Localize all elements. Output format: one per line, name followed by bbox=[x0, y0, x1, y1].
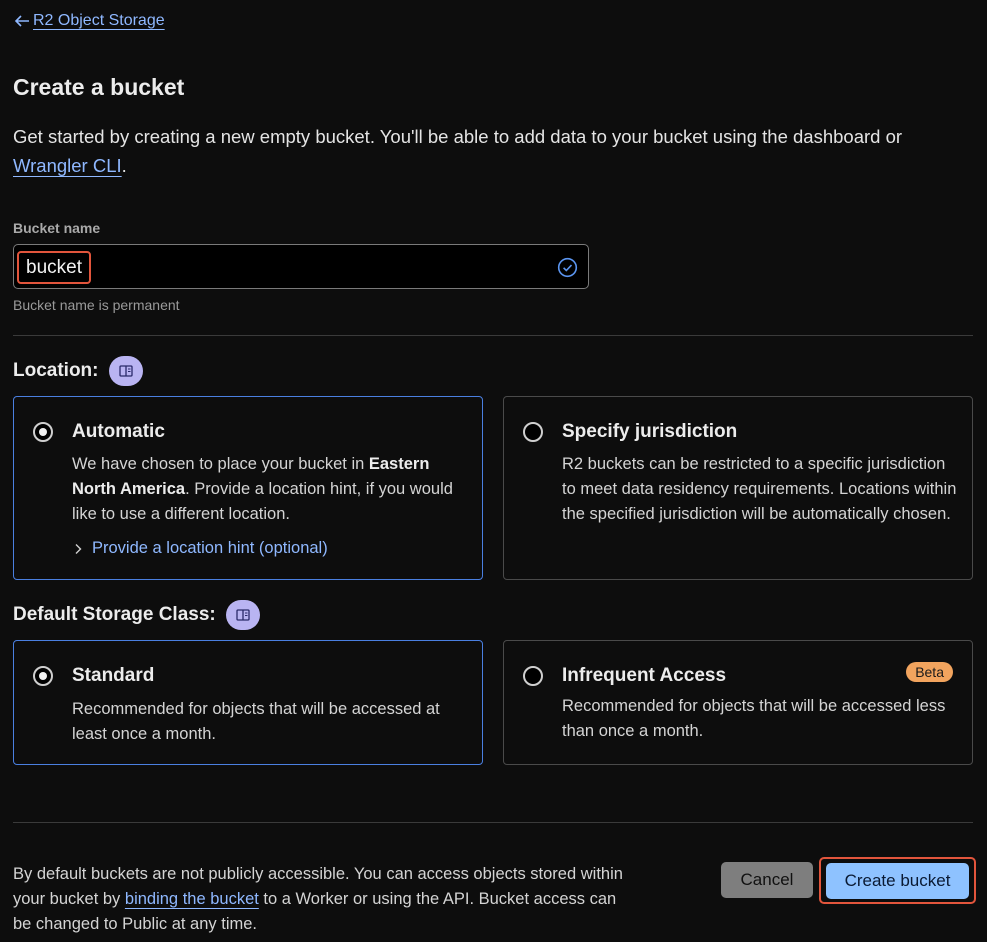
chevron-right-icon bbox=[75, 543, 82, 554]
bucket-name-label: Bucket name bbox=[13, 220, 101, 236]
book-open-icon bbox=[118, 365, 133, 377]
access-note: By default buckets are not publicly acce… bbox=[13, 862, 633, 937]
divider-top bbox=[13, 335, 973, 336]
create-bucket-button[interactable]: Create bucket bbox=[826, 863, 969, 899]
location-section: Location: bbox=[13, 356, 143, 386]
location-option-automatic[interactable]: Automatic We have chosen to place your b… bbox=[13, 396, 483, 580]
bucket-name-value[interactable]: bucket bbox=[17, 251, 91, 284]
beta-badge: Beta bbox=[906, 662, 953, 682]
storage-class-docs-button[interactable] bbox=[225, 600, 260, 630]
location-docs-button[interactable] bbox=[108, 356, 143, 386]
option-description: We have chosen to place your bucket in E… bbox=[72, 452, 467, 527]
intro-text: Get started by creating a new empty buck… bbox=[13, 122, 978, 180]
radio-infrequent[interactable] bbox=[523, 666, 543, 686]
wrangler-cli-link[interactable]: Wrangler CLI bbox=[13, 155, 122, 176]
location-hint-label: Provide a location hint (optional) bbox=[92, 539, 328, 557]
option-description-pre: We have chosen to place your bucket in bbox=[72, 455, 369, 473]
check-circle-icon bbox=[557, 257, 578, 278]
page-title: Create a bucket bbox=[13, 74, 185, 100]
location-hint-link[interactable]: Provide a location hint (optional) bbox=[72, 539, 328, 558]
cancel-button[interactable]: Cancel bbox=[721, 862, 813, 898]
location-option-jurisdiction[interactable]: Specify jurisdiction R2 buckets can be r… bbox=[503, 396, 973, 580]
location-label: Location: bbox=[13, 360, 99, 381]
create-bucket-highlight: Create bucket bbox=[819, 857, 976, 904]
book-open-icon bbox=[236, 609, 250, 621]
bucket-name-hint: Bucket name is permanent bbox=[13, 297, 180, 313]
create-bucket-page: R2 Object Storage Create a bucket Get st… bbox=[0, 0, 987, 942]
arrow-left-icon bbox=[14, 15, 29, 27]
binding-the-bucket-link[interactable]: binding the bucket bbox=[125, 890, 259, 908]
intro-text-body: Get started by creating a new empty buck… bbox=[13, 126, 903, 147]
storage-option-infrequent[interactable]: Infrequent Access Beta Recommended for o… bbox=[503, 640, 973, 765]
radio-jurisdiction[interactable] bbox=[523, 422, 543, 442]
option-title: Automatic bbox=[72, 421, 165, 442]
bucket-name-input[interactable]: bucket bbox=[13, 244, 589, 289]
option-description: R2 buckets can be restricted to a specif… bbox=[562, 455, 957, 523]
option-title: Infrequent Access bbox=[562, 665, 727, 686]
storage-class-label: Default Storage Class: bbox=[13, 604, 216, 625]
radio-automatic[interactable] bbox=[33, 422, 53, 442]
option-title: Specify jurisdiction bbox=[562, 421, 738, 442]
storage-class-section: Default Storage Class: bbox=[13, 600, 260, 630]
radio-standard[interactable] bbox=[33, 666, 53, 686]
divider-bottom bbox=[13, 822, 973, 823]
back-link-label: R2 Object Storage bbox=[33, 12, 165, 29]
back-link[interactable]: R2 Object Storage bbox=[13, 12, 165, 30]
option-title: Standard bbox=[72, 665, 155, 686]
intro-text-end: . bbox=[121, 155, 127, 176]
option-description: Recommended for objects that will be acc… bbox=[72, 700, 440, 743]
storage-option-standard[interactable]: Standard Recommended for objects that wi… bbox=[13, 640, 483, 765]
option-description: Recommended for objects that will be acc… bbox=[562, 697, 946, 740]
